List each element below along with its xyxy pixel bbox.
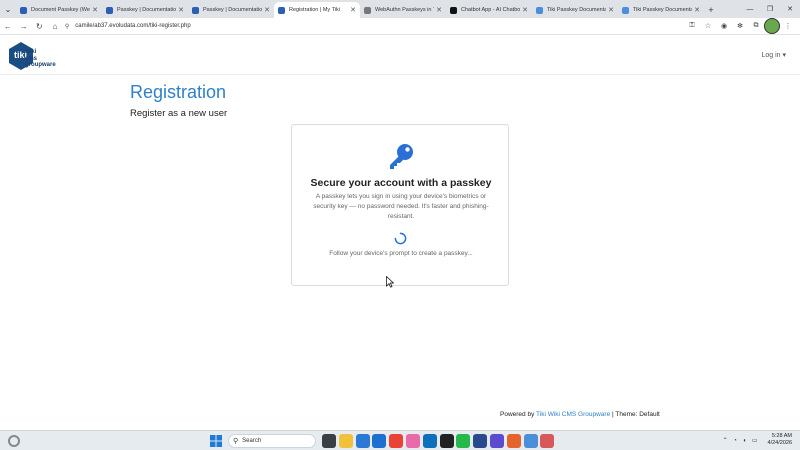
tray-icons[interactable]: ⌃ ◔ ◖ ▭ bbox=[723, 437, 760, 444]
tab-close-icon[interactable]: ✕ bbox=[178, 6, 184, 14]
site-info-icon[interactable]: ⚲ bbox=[65, 23, 69, 30]
card-status-text: Follow your device's prompt to create a … bbox=[329, 250, 473, 257]
mouse-cursor-icon bbox=[386, 276, 394, 288]
tab-favicon-icon bbox=[450, 6, 457, 14]
tab-title: Passkey | Documentation bbox=[203, 7, 263, 13]
tab-close-icon[interactable]: ✕ bbox=[350, 6, 356, 14]
browser-tab[interactable]: Tiki Passkey Documentati ✕ bbox=[532, 2, 618, 18]
card-title: Secure your account with a passkey bbox=[310, 177, 492, 189]
address-text: camile/ab37.evoludata.com/tiki-register.… bbox=[75, 23, 191, 29]
minimize-icon[interactable]: — bbox=[740, 0, 760, 18]
browser-tabstrip: ⌄ Document Passkey (WebA ✕ Passkey | Docum… bbox=[0, 0, 800, 18]
app-icon-5[interactable] bbox=[540, 434, 555, 448]
settings-icon[interactable] bbox=[523, 434, 538, 448]
home-icon[interactable]: ⌂ bbox=[47, 18, 63, 34]
chatgpt-icon[interactable]: ✻ bbox=[732, 18, 748, 34]
taskbar-search[interactable]: ⚲ Search bbox=[228, 434, 316, 448]
tab-close-icon[interactable]: ✕ bbox=[264, 6, 270, 14]
tab-title: Chatbot App - AI Chatbot bbox=[461, 7, 521, 13]
tab-title: Tiki Passkey Documentati bbox=[633, 7, 693, 13]
browser-tab[interactable]: Registration | My Tiki ✕ bbox=[274, 2, 360, 18]
vscode-icon[interactable] bbox=[422, 434, 437, 448]
browser-tab[interactable]: Chatbot App - AI Chatbot ✕ bbox=[446, 2, 532, 18]
browser-tab[interactable]: Tiki Passkey Documentati ✕ bbox=[618, 2, 704, 18]
tab-favicon-icon bbox=[278, 6, 285, 14]
windows-start-icon[interactable] bbox=[210, 435, 222, 447]
extension-icon[interactable]: ◉ bbox=[716, 18, 732, 34]
app-icon-4[interactable] bbox=[506, 434, 521, 448]
tab-title: Document Passkey (WebA bbox=[31, 7, 91, 13]
loading-spinner-icon bbox=[394, 232, 407, 245]
restore-icon[interactable]: ❐ bbox=[760, 0, 780, 18]
passkey-card: Secure your account with a passkey A pas… bbox=[291, 124, 509, 286]
tab-favicon-icon bbox=[622, 6, 629, 14]
card-description: A passkey lets you sign in using your de… bbox=[313, 193, 489, 220]
forward-icon[interactable]: → bbox=[16, 18, 32, 34]
browser-tab[interactable]: Passkey | Documentation ✕ bbox=[188, 2, 274, 18]
tab-favicon-icon bbox=[20, 6, 27, 14]
logo-line-groupware: groupware bbox=[25, 62, 56, 68]
app-icon-2[interactable] bbox=[473, 434, 488, 448]
password-key-icon[interactable]: ⚿ bbox=[684, 18, 700, 34]
clock-date: 4/24/2026 bbox=[767, 440, 792, 446]
mail-icon[interactable] bbox=[355, 434, 370, 448]
tab-close-icon[interactable]: ✕ bbox=[608, 6, 614, 14]
browser-tab[interactable]: Passkey | Documentation ✕ bbox=[102, 2, 188, 18]
app-icon[interactable] bbox=[405, 434, 420, 448]
tab-title: Passkey | Documentation bbox=[117, 7, 177, 13]
window-controls: — ❐ ✕ bbox=[740, 0, 800, 18]
taskbar-clock[interactable]: 5:28 AM 4/24/2026 bbox=[768, 433, 792, 447]
tab-close-icon[interactable]: ✕ bbox=[694, 6, 700, 14]
tab-favicon-icon bbox=[192, 6, 199, 14]
terminal-icon[interactable] bbox=[439, 434, 454, 448]
site-header: tiki wiki cms groupware Log in ▾ bbox=[0, 35, 800, 75]
file-explorer-icon[interactable] bbox=[338, 434, 353, 448]
profile-avatar[interactable] bbox=[764, 18, 780, 34]
tab-favicon-icon bbox=[536, 6, 543, 14]
os-taskbar: ⚲ Search ⌃ ◔ ◖ ▭ 5:28 AM 4/24/2026 bbox=[0, 430, 800, 450]
back-icon[interactable]: ← bbox=[0, 18, 16, 34]
system-tray: ⌃ ◔ ◖ ▭ 5:28 AM 4/24/2026 bbox=[723, 433, 792, 447]
footer-tiki-link[interactable]: Tiki Wiki CMS Groupware bbox=[536, 411, 610, 418]
footer-theme: | Theme: Default bbox=[612, 411, 660, 418]
clock-time: 5:28 AM bbox=[771, 433, 792, 439]
edge-icon[interactable] bbox=[372, 434, 387, 448]
bookmark-star-icon[interactable]: ☆ bbox=[700, 18, 716, 34]
login-dropdown[interactable]: Log in ▾ bbox=[761, 51, 786, 59]
tab-close-icon[interactable]: ✕ bbox=[522, 6, 528, 14]
tab-title: Tiki Passkey Documentati bbox=[547, 7, 607, 13]
new-tab-button[interactable]: + bbox=[704, 2, 718, 18]
search-icon: ⚲ bbox=[233, 438, 239, 445]
widgets-icon[interactable] bbox=[8, 435, 20, 447]
tab-close-icon[interactable]: ✕ bbox=[436, 6, 442, 14]
reload-icon[interactable]: ↻ bbox=[31, 18, 47, 34]
footer-prefix: Powered by bbox=[500, 411, 535, 418]
chrome-icon[interactable] bbox=[389, 434, 404, 448]
page-footer: Powered by Tiki Wiki CMS Groupware | The… bbox=[500, 411, 660, 418]
tab-favicon-icon bbox=[106, 6, 113, 14]
close-window-icon[interactable]: ✕ bbox=[780, 0, 800, 18]
logo-wordmark: wiki cms groupware bbox=[25, 49, 56, 69]
taskbar-apps bbox=[322, 434, 557, 448]
whatsapp-icon[interactable] bbox=[456, 434, 471, 448]
tab-title: WebAuthn Passkeys in Tiki bbox=[375, 7, 434, 13]
browser-tab[interactable]: Document Passkey (WebA ✕ bbox=[16, 2, 102, 18]
browser-menu-icon[interactable]: ⋮ bbox=[780, 18, 796, 34]
task-view-icon[interactable] bbox=[322, 434, 336, 448]
page-subtitle: Register as a new user bbox=[130, 108, 228, 119]
tab-title: Registration | My Tiki bbox=[289, 7, 340, 13]
app-icon-3[interactable] bbox=[489, 434, 504, 448]
page-title: Registration bbox=[130, 82, 227, 102]
address-bar[interactable]: ⚲ camile/ab37.evoludata.com/tiki-registe… bbox=[65, 20, 684, 33]
tab-close-icon[interactable]: ✕ bbox=[92, 6, 98, 14]
browser-toolbar: ← → ↻ ⌂ ⚲ camile/ab37.evoludata.com/tiki… bbox=[0, 18, 800, 35]
taskbar-search-label: Search bbox=[242, 438, 262, 444]
browser-tab[interactable]: WebAuthn Passkeys in Tiki✕ bbox=[360, 2, 446, 18]
extensions-puzzle-icon[interactable]: ⧉ bbox=[748, 18, 764, 34]
key-icon bbox=[390, 144, 413, 169]
tab-favicon-icon bbox=[364, 6, 371, 14]
tab-search-icon[interactable]: ⌄ bbox=[0, 0, 16, 18]
